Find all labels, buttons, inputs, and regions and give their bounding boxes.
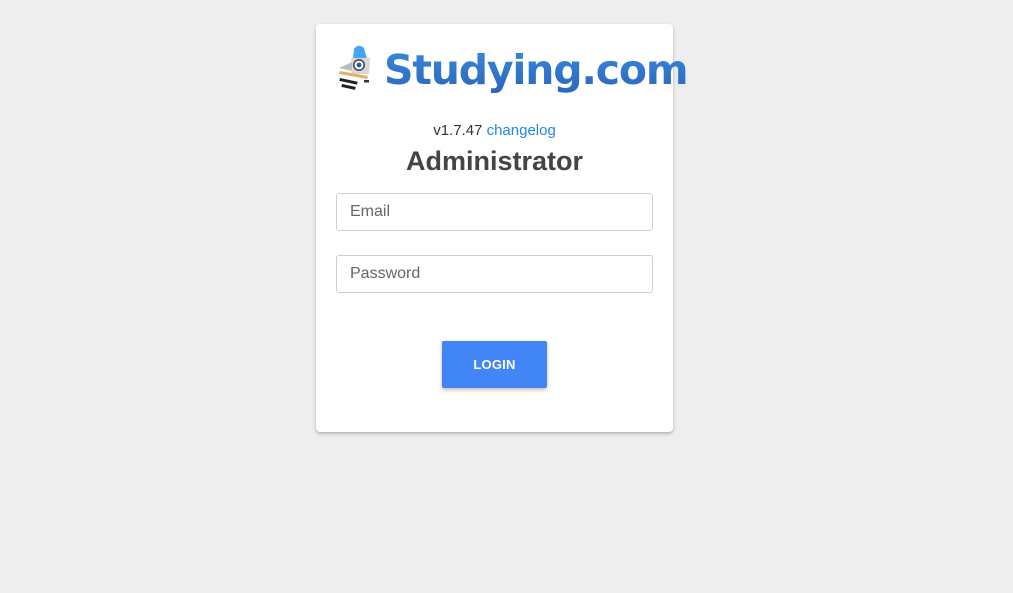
- page-title: Administrator: [405, 146, 584, 176]
- email-input[interactable]: [336, 193, 653, 231]
- password-input[interactable]: [336, 255, 653, 293]
- brand-name: Studying.com: [384, 42, 689, 98]
- version-line: v1.7.47 changelog: [316, 121, 673, 141]
- login-button[interactable]: LOGIN: [442, 341, 547, 388]
- studying-logo: Studying.com: [336, 42, 689, 102]
- changelog-link[interactable]: changelog: [487, 122, 556, 139]
- login-card: Studying.com v1.7.47 changelog Administr…: [316, 24, 689, 432]
- version-text: v1.7.47: [433, 122, 483, 139]
- rocket-icon: [339, 45, 370, 90]
